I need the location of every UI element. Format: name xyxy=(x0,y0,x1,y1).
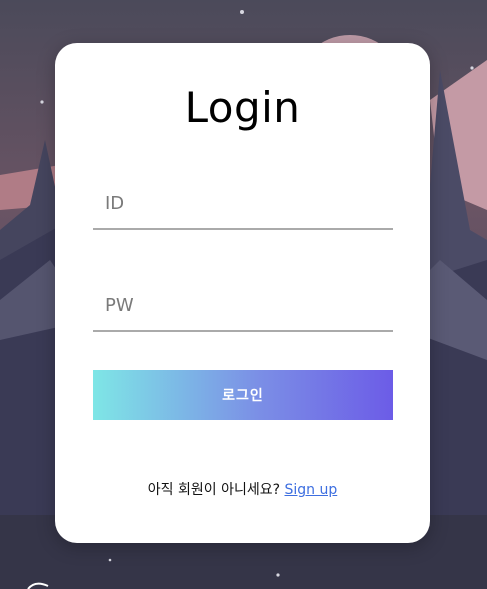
id-input[interactable] xyxy=(93,178,393,230)
signup-link[interactable]: Sign up xyxy=(284,482,337,498)
login-card: Login 로그인 아직 회원이 아니세요? Sign up xyxy=(55,43,430,543)
signup-row: 아직 회원이 아니세요? Sign up xyxy=(55,479,430,499)
password-input[interactable] xyxy=(93,280,393,332)
login-button[interactable]: 로그인 xyxy=(93,370,393,420)
login-title: Login xyxy=(184,83,301,132)
signup-prompt: 아직 회원이 아니세요? xyxy=(147,482,281,498)
